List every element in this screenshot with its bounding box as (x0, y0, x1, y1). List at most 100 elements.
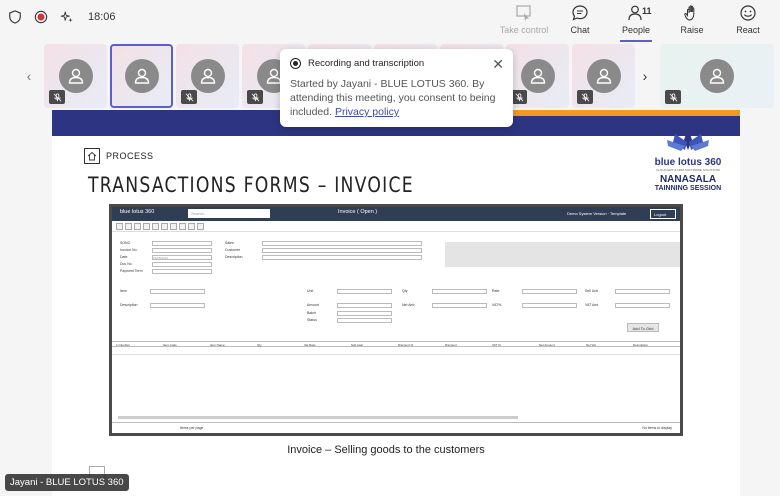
take-control-icon (516, 5, 531, 21)
invoice-app-screenshot: blue lotus 360 Search... Invoice ( Open … (109, 204, 683, 436)
form-label: Invoice No. (120, 248, 138, 252)
form-label: Batch (307, 311, 316, 315)
chat-button[interactable]: Chat (554, 4, 606, 38)
section-text: PROCESS (106, 151, 154, 161)
add-to-grid-button: Add To Grid (627, 323, 659, 332)
participant-tile[interactable] (660, 44, 774, 108)
form-field (522, 303, 577, 308)
avatar (58, 59, 93, 93)
items-per-page: Items per page (180, 426, 204, 430)
form-field (337, 311, 392, 316)
react-icon (740, 5, 756, 21)
mic-muted-icon (49, 90, 65, 104)
section-label: PROCESS (84, 148, 154, 164)
form-field (337, 318, 392, 323)
person-icon (530, 68, 545, 84)
raise-hand-icon (684, 5, 695, 21)
form-label: Customer (225, 248, 241, 252)
form-field (432, 289, 487, 294)
participant-tile[interactable] (176, 44, 239, 108)
form-label: Rate (492, 289, 500, 293)
mic-muted-icon (665, 90, 681, 104)
app-window-title: Invoice ( Open ) (338, 209, 378, 215)
person-icon (709, 68, 725, 84)
meeting-timer: 18:06 (88, 11, 116, 23)
sparkle-icon[interactable] (60, 10, 74, 24)
chevron-left-icon: ‹ (26, 68, 32, 84)
gallery-next-button[interactable]: › (634, 44, 656, 108)
form-label: Status (307, 318, 317, 322)
form-field (150, 289, 205, 294)
app-header: blue lotus 360 Search... Invoice ( Open … (112, 207, 680, 221)
react-label: React (736, 25, 760, 35)
raise-hand-button[interactable]: Raise (666, 4, 718, 38)
app-search-input: Search... (188, 209, 270, 218)
recording-notification: Recording and transcription Started by J… (280, 49, 513, 127)
participant-tile[interactable] (110, 44, 173, 108)
form-label: Amount (307, 303, 320, 307)
form-label: Unit (307, 289, 314, 293)
gallery-prev-button[interactable]: ‹ (18, 44, 40, 108)
chevron-right-icon: › (642, 68, 648, 84)
lotus-logo-icon (667, 128, 709, 151)
chat-icon (572, 5, 588, 21)
form-field (615, 289, 670, 294)
form-field (337, 303, 392, 308)
mic-muted-icon (181, 90, 197, 104)
participant-tile[interactable] (44, 44, 107, 108)
form-label: Description (120, 303, 138, 307)
form-field (337, 289, 392, 294)
notification-body: Started by Jayani - BLUE LOTUS 360. By a… (290, 77, 503, 119)
form-field (152, 241, 212, 246)
form-label: SONO (120, 241, 131, 245)
app-logout-button: Logout (650, 209, 676, 219)
avatar (700, 59, 734, 93)
grid-column-header: Qty (257, 343, 262, 347)
form-field (152, 248, 212, 253)
notification-header: Recording and transcription (290, 58, 503, 69)
slide-banner-accent (510, 110, 740, 116)
logo-brand: blue lotus 360 (654, 157, 722, 168)
form-label: Description (225, 255, 243, 259)
shield-icon (9, 10, 21, 24)
react-button[interactable]: React (722, 4, 774, 38)
grid-column-header: Discount % (398, 343, 414, 347)
take-control-label: Take control (499, 25, 549, 35)
form-label: Doc No (120, 262, 132, 266)
app-brand: blue lotus 360 (120, 209, 155, 215)
form-label: Sales (225, 241, 234, 245)
people-button[interactable]: 11 People (610, 4, 662, 42)
grid-column-header: VAT % (492, 343, 501, 347)
logo-session: TAINNING SESSION (654, 185, 722, 192)
form-field: 15/05/2023 (152, 255, 212, 260)
privacy-policy-link[interactable]: Privacy policy (335, 106, 399, 118)
grid-scrollbar (118, 416, 518, 419)
grid-column-header: Lt Number (116, 343, 131, 347)
avatar (124, 59, 159, 93)
form-field (432, 303, 487, 308)
app-version: Demo System Version · Template (567, 211, 627, 216)
participant-tile[interactable] (506, 44, 569, 108)
app-toolbar (112, 221, 680, 232)
close-icon[interactable]: ✕ (492, 56, 504, 73)
form-label: Net Amt (402, 303, 415, 307)
raise-hand-label: Raise (680, 25, 704, 35)
person-icon (68, 68, 83, 84)
grid-column-header: Discount (445, 343, 457, 347)
take-control-button[interactable]: Take control (498, 4, 550, 38)
meeting-status: 18:06 (8, 10, 116, 24)
avatar (520, 59, 555, 93)
grid-column-header: Vat Rate (304, 343, 316, 347)
chat-label: Chat (570, 25, 590, 35)
grid-column-header: Item Name (210, 343, 225, 347)
people-count: 11 (642, 6, 652, 16)
person-icon (134, 68, 149, 84)
form-field (615, 303, 670, 308)
record-icon (290, 58, 301, 69)
home-icon (84, 148, 100, 164)
slide-title: TRANSACTIONS FORMS – INVOICE (88, 173, 414, 197)
mic-muted-icon (577, 90, 593, 104)
participant-tile[interactable] (572, 44, 635, 108)
form-field (262, 241, 422, 246)
slide-caption: Invoice – Selling goods to the customers (287, 444, 485, 456)
